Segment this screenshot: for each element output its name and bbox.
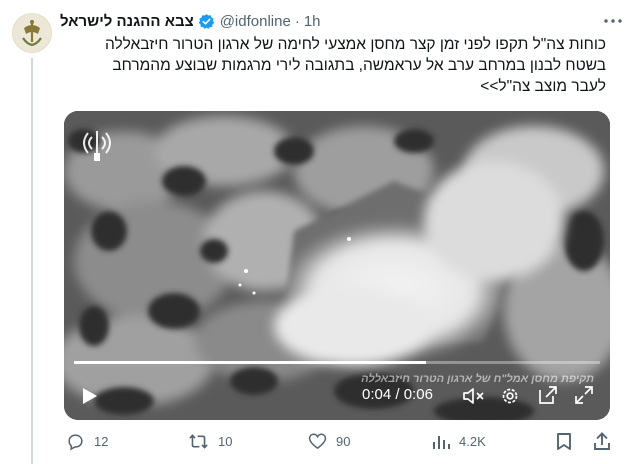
reply-icon xyxy=(68,433,83,450)
time-readout: 0:04 / 0:06 xyxy=(362,386,433,403)
current-time: 0:04 xyxy=(362,386,392,403)
heart-icon xyxy=(308,433,327,450)
bookmark-button[interactable] xyxy=(556,428,572,454)
handle[interactable]: @idfonline xyxy=(220,13,291,30)
play-icon xyxy=(83,388,97,404)
more-options-icon[interactable] xyxy=(602,10,624,32)
share-icon xyxy=(594,431,610,450)
tweet-text-line: לעבר מוצב צה"ל>> xyxy=(480,78,606,95)
progress-fill xyxy=(74,361,427,364)
tweet-text-line: בשטח לבנון במרחב ערב אל עראמשה, בתגובה ל… xyxy=(112,57,606,74)
reply-count: 12 xyxy=(94,433,109,449)
settings-icon xyxy=(502,388,518,404)
tweet-text: כוחות צה"ל תקפו לפני זמן קצר מחסן אמצעי … xyxy=(60,34,606,97)
reply-button[interactable]: 12 xyxy=(66,428,108,454)
avatar[interactable] xyxy=(12,13,52,53)
repost-count: 10 xyxy=(218,433,233,449)
time-separator: / xyxy=(395,386,400,403)
idf-watermark-icon xyxy=(82,127,112,168)
video-controls: 0:04 / 0:06 xyxy=(64,379,610,413)
like-button[interactable]: 90 xyxy=(308,428,350,454)
fullscreen-button[interactable] xyxy=(572,383,596,407)
display-name[interactable]: צבא ההגנה לישראל xyxy=(60,13,194,30)
popout-button[interactable] xyxy=(536,383,560,407)
thread-line xyxy=(31,58,33,464)
timestamp[interactable]: 1h xyxy=(304,13,321,30)
repost-button[interactable]: 10 xyxy=(188,428,232,454)
share-button[interactable] xyxy=(593,428,611,454)
fullscreen-icon xyxy=(575,386,593,404)
separator: · xyxy=(294,12,300,30)
views-button[interactable]: 4.2K xyxy=(432,428,486,454)
duration: 0:06 xyxy=(403,386,433,403)
tweet-header: צבא ההגנה לישראל @idfonline · 1h xyxy=(60,10,624,32)
popout-icon xyxy=(539,386,557,404)
settings-button[interactable] xyxy=(498,384,522,408)
verified-badge-icon xyxy=(198,13,215,30)
bookmark-icon xyxy=(557,432,571,450)
play-button[interactable] xyxy=(78,384,102,408)
analytics-icon xyxy=(433,435,450,449)
video-player[interactable]: תקיפת מחסן אמל"ח של ארגון הטרור חיזבאללה… xyxy=(64,111,610,420)
tweet-text-line: כוחות צה"ל תקפו לפני זמן קצר מחסן אמצעי … xyxy=(105,36,606,53)
action-bar: 12 10 90 4.2K xyxy=(60,428,612,454)
views-count: 4.2K xyxy=(459,433,486,449)
mute-button[interactable] xyxy=(462,384,486,408)
like-count: 90 xyxy=(336,433,351,449)
idf-emblem-icon xyxy=(22,20,42,47)
progress-bar[interactable] xyxy=(74,361,600,364)
mute-icon xyxy=(463,388,484,404)
repost-icon xyxy=(189,433,208,449)
